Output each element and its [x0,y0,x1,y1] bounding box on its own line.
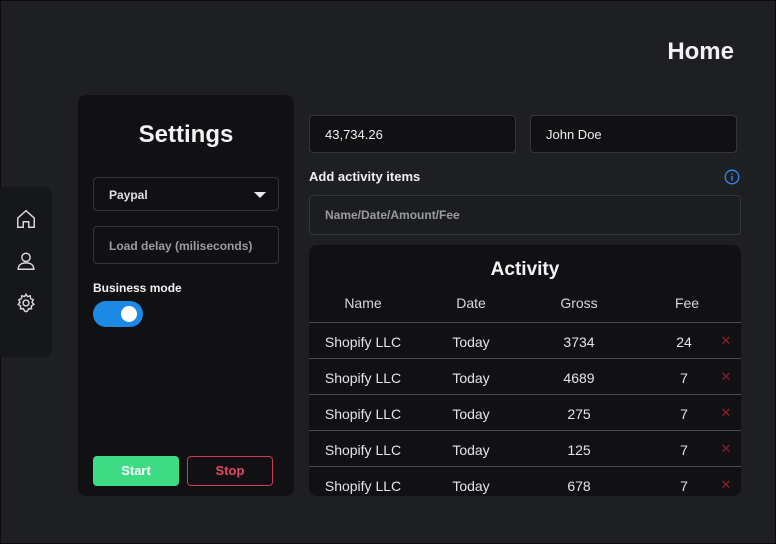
activity-items-input[interactable]: Name/Date/Amount/Fee [309,195,741,235]
payment-method-select[interactable]: Paypal [93,177,279,211]
cell-fee: 7 [680,442,688,458]
chevron-down-icon [254,192,266,198]
load-delay-input[interactable]: Load delay (miliseconds) [93,226,279,264]
home-icon [17,209,35,228]
payment-method-value: Paypal [109,188,148,202]
cell-name: Shopify LLC [324,406,402,422]
page-title: Home [667,38,734,65]
cell-fee: 7 [680,370,688,386]
amount-field[interactable]: 43,734.26 [309,115,516,153]
table-header: Name Date Gross Fee [309,295,741,323]
column-header-date: Date [456,295,486,311]
name-field[interactable]: John Doe [530,115,737,153]
business-mode-toggle[interactable] [93,301,143,327]
activity-panel: Activity Name Date Gross Fee Shopify LLC… [309,245,741,496]
load-delay-placeholder: Load delay (miliseconds) [109,239,253,253]
table-row: Shopify LLC Today 125 7 ✕ [309,430,741,466]
delete-row-icon[interactable]: ✕ [719,477,733,492]
cell-name: Shopify LLC [324,478,402,494]
cell-date: Today [452,370,490,386]
cell-fee: 24 [676,334,692,350]
add-activity-label: Add activity items [309,169,421,184]
cell-fee: 7 [680,478,688,494]
nav-settings-button[interactable] [12,289,40,317]
sidebar-nav [0,187,52,357]
stop-button[interactable]: Stop [187,456,273,486]
activity-title: Activity [490,259,560,280]
cell-gross: 678 [567,478,591,494]
cell-date: Today [452,442,490,458]
business-mode-label: Business mode [93,281,182,295]
cell-gross: 3734 [563,334,595,350]
nav-home-button[interactable] [12,205,40,233]
cell-date: Today [452,334,490,350]
cell-date: Today [452,406,490,422]
delete-row-icon[interactable]: ✕ [719,333,733,348]
table-row: Shopify LLC Today 4689 7 ✕ [309,358,741,394]
cell-name: Shopify LLC [324,442,402,458]
delete-row-icon[interactable]: ✕ [719,369,733,384]
activity-items-placeholder: Name/Date/Amount/Fee [325,208,460,222]
settings-panel: Settings Paypal Load delay (miliseconds)… [78,95,294,496]
table-row: Shopify LLC Today 678 7 ✕ [309,466,741,496]
cell-date: Today [452,478,490,494]
cell-fee: 7 [680,406,688,422]
gear-icon [17,292,35,313]
settings-title: Settings [138,121,234,148]
cell-name: Shopify LLC [324,370,402,386]
delete-row-icon[interactable]: ✕ [719,405,733,420]
cell-gross: 125 [567,442,591,458]
toggle-knob [121,306,137,322]
table-row: Shopify LLC Today 3734 24 ✕ [309,322,741,358]
column-header-name: Name [344,295,382,311]
cell-name: Shopify LLC [324,334,402,350]
name-value: John Doe [546,127,602,142]
start-button[interactable]: Start [93,456,179,486]
amount-value: 43,734.26 [325,127,383,142]
cell-gross: 4689 [563,370,595,386]
nav-profile-button[interactable] [12,247,40,275]
column-header-gross: Gross [560,295,598,311]
table-row: Shopify LLC Today 275 7 ✕ [309,394,741,430]
user-icon [17,252,35,270]
delete-row-icon[interactable]: ✕ [719,441,733,456]
info-icon[interactable] [724,169,740,185]
cell-gross: 275 [567,406,591,422]
column-header-fee: Fee [674,295,700,311]
